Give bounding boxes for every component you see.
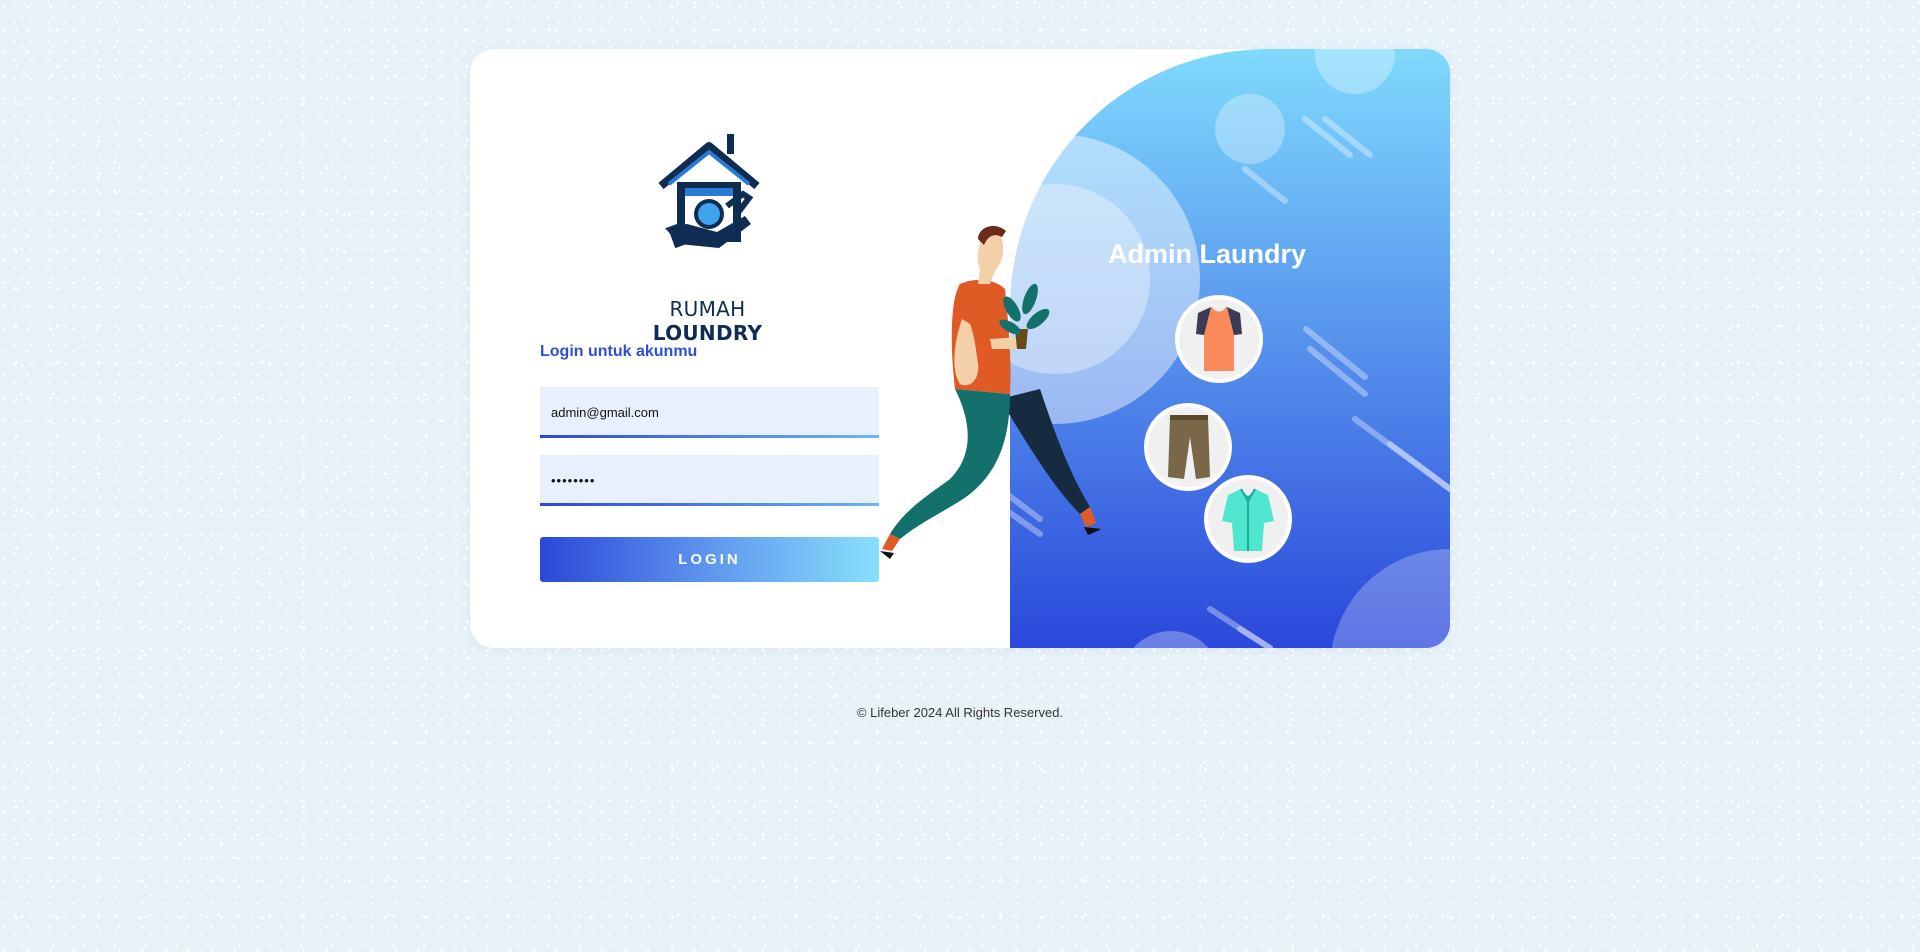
pants-icon <box>1144 403 1232 491</box>
shirt-icon <box>1204 475 1292 563</box>
tshirt-icon <box>1175 295 1263 383</box>
footer-copyright: © Lifeber 2024 All Rights Reserved. <box>856 705 1064 720</box>
clothes-icons <box>1144 295 1292 563</box>
login-card: RUMAH LOUNDRY Login untuk akunmu LOGIN <box>470 49 1450 648</box>
